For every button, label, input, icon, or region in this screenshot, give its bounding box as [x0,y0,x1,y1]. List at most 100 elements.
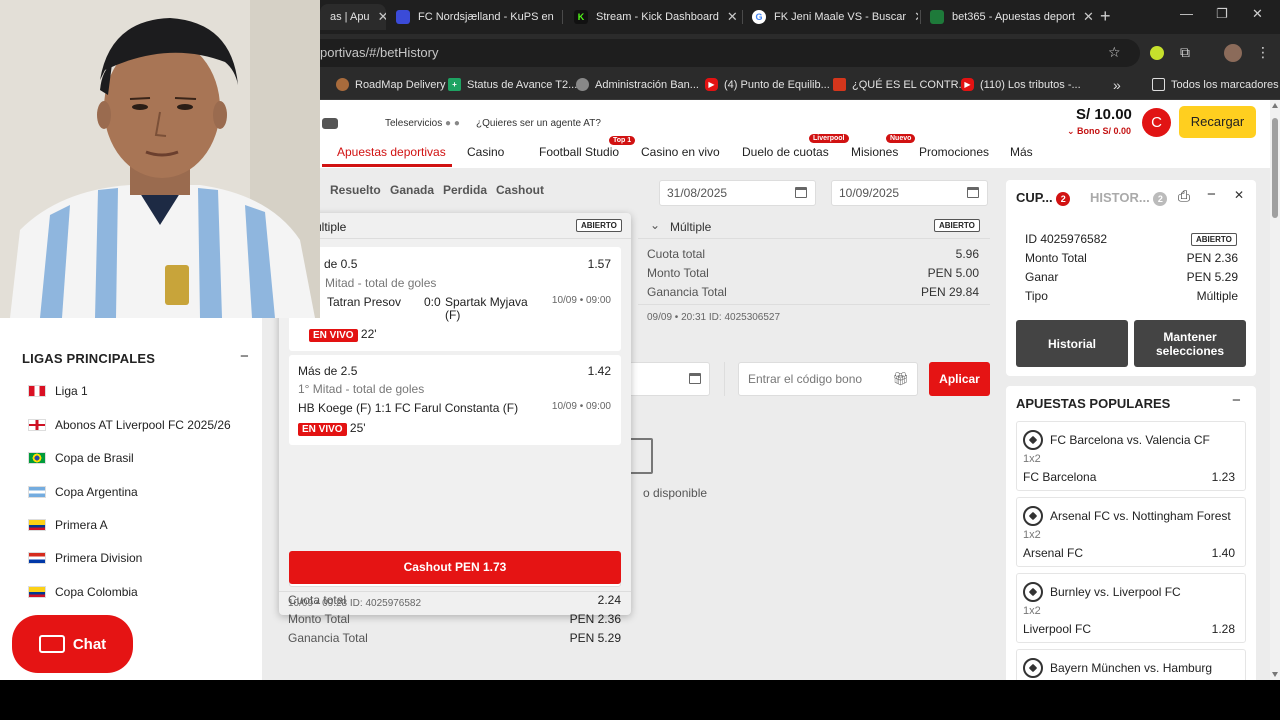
row-label: Ganar [1025,270,1059,284]
collapse-icon[interactable]: − [1232,392,1241,409]
page-scrollbar[interactable] [1270,100,1280,680]
liga-item[interactable]: Copa de Brasil [28,451,134,465]
scroll-thumb[interactable] [1272,118,1278,218]
bookmark-item[interactable]: Administración Ban... [576,78,699,91]
filter-perdida[interactable]: Perdida [443,183,487,197]
nav-casino-en-vivo[interactable]: Casino en vivo [641,145,720,159]
browser-tab[interactable]: FC Nordsjælland - KuPS en ✕ [386,4,558,30]
bookmark-item[interactable]: ▶ (110) Los tributos -... [961,78,1081,91]
cuota-label: Cuota total [288,593,347,607]
close-icon[interactable]: ✕ [906,9,918,25]
bono-balance[interactable]: ⌄ Bono S/ 0.00 [1067,126,1131,137]
chevron-down-icon[interactable]: ⌄ [650,218,660,232]
bookmark-item[interactable]: + Status de Avance T2... [448,78,577,91]
bookmark-item[interactable]: RoadMap Delivery [336,78,445,91]
close-window-icon[interactable]: ✕ [1252,6,1263,22]
row-value: Múltiple [1196,289,1238,303]
monto-label: Monto Total [288,612,350,626]
brazil-flag-icon [28,452,46,464]
extensions-puzzle-icon[interactable]: ⧉ [1180,44,1190,61]
nav-casino[interactable]: Casino [467,145,504,159]
browser-tab[interactable]: as | Apu ✕ [320,4,386,30]
browser-tab[interactable]: K Stream - Kick Dashboard ✕ [564,4,740,30]
popular-match: Bayern München vs. Hamburg [1050,661,1213,675]
close-icon[interactable]: ✕ [719,9,738,25]
browser-tab[interactable]: bet365 - Apuestas deport ✕ [920,4,1094,30]
close-icon[interactable]: ✕ [554,9,558,25]
bookmark-item[interactable]: ▶ (4) Punto de Equilib... [705,78,830,91]
nav-misiones[interactable]: Misiones [851,145,898,159]
new-tab-button[interactable]: + [1100,6,1111,27]
popular-bet-item[interactable]: FC Barcelona vs. Valencia CF 1x2 FC Barc… [1016,421,1246,491]
away-team: Spartak Myjava [445,295,528,309]
minimize-icon[interactable]: — [1180,6,1193,21]
cupon-id: ID 4025976582 [1025,232,1108,246]
row-label: Tipo [1025,289,1048,303]
extension-icon[interactable] [1150,46,1164,60]
filter-resuelto[interactable]: Resuelto [330,183,381,197]
popular-bet-item[interactable]: Bayern München vs. Hamburg [1016,649,1246,680]
youtube-icon[interactable] [322,118,338,129]
nav-mas[interactable]: Más [1010,145,1033,159]
filter-ganada[interactable]: Ganada [390,183,434,197]
mantener-selecciones-button[interactable]: Mantener selecciones [1134,320,1246,367]
scroll-up-icon[interactable] [1272,103,1278,108]
ganancia-label: Ganancia Total [288,631,368,645]
popular-match: Arsenal FC vs. Nottingham Forest [1050,509,1231,523]
tab-title: FC Nordsjælland - KuPS en [418,11,554,23]
aplicar-button[interactable]: Aplicar [929,362,990,396]
close-icon[interactable]: ✕ [1234,188,1244,202]
home-team: Tatran Presov [327,295,402,309]
maximize-icon[interactable]: ❐ [1216,6,1228,22]
close-icon[interactable]: ✕ [370,9,386,25]
liga-item[interactable]: Primera Division [28,551,142,565]
historial-button[interactable]: Historial [1016,320,1128,367]
repetir-selecciones-button[interactable]: Repetir selecciones [289,559,621,587]
calendar-icon [795,187,807,198]
popular-bet-item[interactable]: Arsenal FC vs. Nottingham Forest 1x2 Ars… [1016,497,1246,567]
profile-avatar[interactable] [1224,44,1242,62]
chat-button[interactable]: Chat [12,615,133,673]
agente-link[interactable]: ¿Quieres ser un agente AT? [476,118,601,129]
minimize-icon[interactable]: − [1207,186,1216,203]
popular-bet-item[interactable]: Burnley vs. Liverpool FC 1x2 Liverpool F… [1016,573,1246,643]
url-field[interactable]: portivas/#/betHistory [300,39,1140,67]
tab-historial[interactable]: HISTOR... 2 [1090,190,1168,206]
browser-tab[interactable]: G FK Jeni Maale VS - Buscar ✕ [742,4,918,30]
colombia-flag-icon [28,586,46,598]
date-from-field[interactable]: 31/08/2025 [659,180,816,206]
bookmark-item[interactable]: ¿QUÉ ES EL CONTR... [833,78,968,91]
bookmark-label: (4) Punto de Equilib... [724,78,830,91]
bookmarks-overflow-icon[interactable]: » [1113,77,1121,93]
nav-promociones[interactable]: Promociones [919,145,989,159]
date-field[interactable] [620,362,710,396]
scroll-down-icon[interactable] [1272,672,1278,677]
filter-cashout[interactable]: Cashout [496,183,544,197]
tab-cupon[interactable]: CUP... 2 [1016,190,1071,206]
recargar-button[interactable]: Recargar [1179,106,1256,138]
webcam-overlay [0,0,320,318]
teleservicios-link[interactable]: Teleservicios ● ● [385,118,460,129]
print-icon[interactable]: ⎙ [1178,188,1190,205]
chevron-down-icon: ⌄ [1067,126,1078,136]
liga-item[interactable]: Abonos AT Liverpool FC 2025/26 [28,418,231,432]
liga-item[interactable]: Liga 1 [28,384,88,398]
menu-kebab-icon[interactable]: ⋮ [1256,44,1270,61]
all-bookmarks[interactable]: Todos los marcadores [1152,78,1279,91]
bono-code-input[interactable]: Entrar el código bono 🎁︎ [738,362,918,396]
popular-pick: Arsenal FC [1023,546,1084,560]
liga-item[interactable]: Copa Argentina [28,485,138,499]
date-to-field[interactable]: 10/09/2025 [831,180,988,206]
liga-item[interactable]: Primera A [28,518,108,532]
star-icon[interactable]: ☆ [1108,44,1121,61]
nav-football-studio[interactable]: Football Studio [539,145,619,159]
nav-duelo-de-cuotas[interactable]: Duelo de cuotas [742,145,829,159]
popular-match: Burnley vs. Liverpool FC [1050,585,1181,599]
collapse-icon[interactable]: − [240,348,249,365]
liga-item[interactable]: Copa Colombia [28,585,138,599]
user-avatar[interactable]: C [1142,108,1171,137]
close-icon[interactable]: ✕ [1075,9,1094,25]
bet-card: ⌄ Múltiple ABIERTO Cuota total 5.96 Mont… [638,213,990,329]
soccer-ball-icon [1023,430,1043,450]
nav-apuestas-deportivas[interactable]: Apuestas deportivas [337,145,446,159]
